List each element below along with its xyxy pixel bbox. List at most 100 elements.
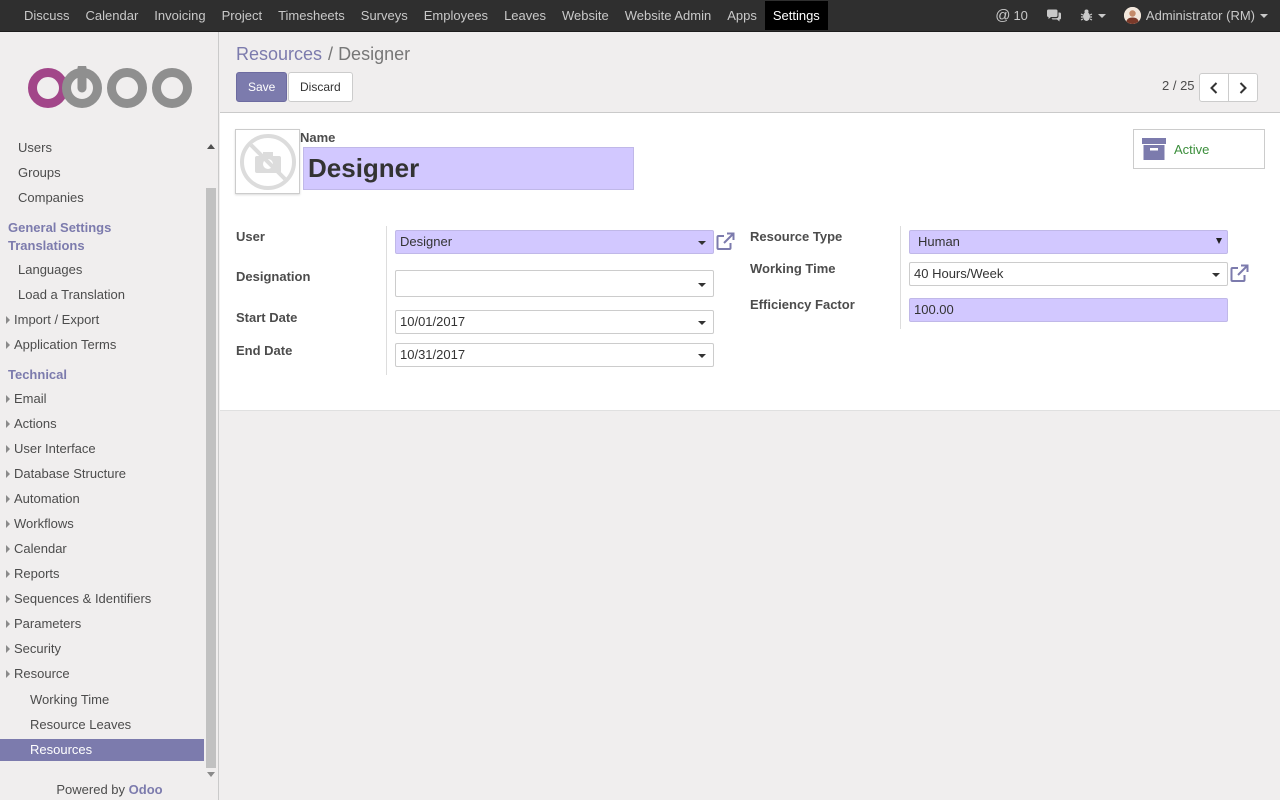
debug-menu-button[interactable]: [1071, 0, 1115, 31]
menu-project[interactable]: Project: [214, 1, 270, 30]
resource-type-value: Human: [918, 234, 960, 249]
menu-apps[interactable]: Apps: [719, 1, 765, 30]
sidebar-item-import-export[interactable]: Import / Export: [0, 309, 204, 331]
image-field[interactable]: [235, 129, 300, 194]
menu-settings[interactable]: Settings: [764, 1, 828, 30]
discard-button[interactable]: Discard: [288, 72, 353, 102]
menu-invoicing[interactable]: Invoicing: [146, 1, 213, 30]
sidebar-item-groups[interactable]: Groups: [0, 162, 204, 184]
menu-leaves[interactable]: Leaves: [496, 1, 554, 30]
menu-discuss[interactable]: Discuss: [16, 1, 78, 30]
chat-bubbles-icon: [1046, 9, 1061, 21]
sidebar-item-database-structure[interactable]: Database Structure: [0, 463, 204, 485]
sidebar-item-resource[interactable]: Resource: [0, 663, 204, 685]
chevron-down-icon: [1212, 273, 1220, 277]
sidebar-section-translations[interactable]: Translations: [8, 237, 85, 255]
menu-employees[interactable]: Employees: [416, 1, 496, 30]
chevron-left-icon: [1210, 81, 1218, 94]
sidebar-item-application-terms[interactable]: Application Terms: [0, 334, 204, 356]
breadcrumb-parent[interactable]: Resources: [236, 44, 322, 64]
menu-calendar[interactable]: Calendar: [78, 1, 147, 30]
user-label: User: [236, 229, 265, 244]
end-date-value: 10/31/2017: [400, 347, 466, 362]
powered-by: Powered by Odoo: [0, 782, 219, 797]
name-input[interactable]: Designer: [303, 147, 634, 190]
sidebar-item-calendar[interactable]: Calendar: [0, 538, 204, 560]
menu-website-admin[interactable]: Website Admin: [617, 1, 719, 30]
menu-surveys[interactable]: Surveys: [353, 1, 416, 30]
chevron-down-icon: [698, 321, 706, 325]
resource-type-label: Resource Type: [750, 229, 843, 244]
active-toggle-button[interactable]: Active: [1133, 129, 1265, 169]
at-icon: @: [995, 7, 1011, 24]
odoo-logo: [28, 66, 192, 108]
end-date-label: End Date: [236, 343, 293, 358]
sidebar-item-load-translation[interactable]: Load a Translation: [0, 284, 204, 306]
efficiency-factor-input[interactable]: 100.00: [909, 298, 1228, 322]
sidebar-item-resources[interactable]: Resources: [0, 739, 204, 761]
sidebar-item-users[interactable]: Users: [0, 137, 204, 159]
user-value: Designer: [400, 234, 453, 249]
sidebar-item-parameters[interactable]: Parameters: [0, 613, 204, 635]
user-name: Administrator (RM): [1145, 8, 1255, 23]
chevron-down-icon: [1097, 13, 1106, 18]
external-link-icon[interactable]: [1230, 264, 1249, 283]
scrollbar-thumb[interactable]: [206, 188, 216, 768]
sidebar-item-security[interactable]: Security: [0, 638, 204, 660]
resource-type-select[interactable]: Human: [909, 230, 1228, 254]
sidebar-item-reports[interactable]: Reports: [0, 563, 204, 585]
chevron-down-icon: [698, 283, 706, 287]
pager-value[interactable]: 2 / 25: [1162, 78, 1195, 93]
designation-select[interactable]: [395, 270, 714, 297]
scroll-down-icon[interactable]: [207, 772, 215, 777]
menu-website[interactable]: Website: [554, 1, 617, 30]
sidebar-scrollbar[interactable]: [204, 138, 218, 786]
sidebar-item-resource-leaves[interactable]: Resource Leaves: [0, 714, 204, 736]
active-label: Active: [1174, 142, 1210, 157]
save-button[interactable]: Save: [236, 72, 288, 102]
sidebar: Users Groups Companies General Settings …: [0, 32, 219, 800]
user-menu-button[interactable]: Administrator (RM): [1115, 0, 1280, 31]
start-date-label: Start Date: [236, 310, 298, 325]
sidebar-section-technical[interactable]: Technical: [8, 366, 67, 384]
powered-by-link[interactable]: Odoo: [129, 782, 163, 797]
sidebar-item-companies[interactable]: Companies: [0, 187, 204, 209]
no-photo-icon: [239, 133, 296, 190]
sidebar-item-working-time[interactable]: Working Time: [0, 689, 204, 711]
working-time-value: 40 Hours/Week: [914, 266, 1004, 281]
chevron-down-icon: [698, 354, 706, 358]
sidebar-item-user-interface[interactable]: User Interface: [0, 438, 204, 460]
sidebar-item-sequences[interactable]: Sequences & Identifiers: [0, 588, 204, 610]
end-date-input[interactable]: 10/31/2017: [395, 343, 714, 367]
mentions-button[interactable]: @ 10: [986, 0, 1037, 31]
sidebar-item-actions[interactable]: Actions: [0, 413, 204, 435]
designation-label: Designation: [236, 269, 311, 284]
scroll-up-icon[interactable]: [207, 144, 215, 149]
sidebar-item-automation[interactable]: Automation: [0, 488, 204, 510]
pager-previous-button[interactable]: [1199, 73, 1229, 102]
avatar: [1123, 7, 1141, 24]
working-time-select[interactable]: 40 Hours/Week: [909, 262, 1228, 286]
mention-count: 10: [1013, 8, 1028, 23]
sidebar-section-general-settings[interactable]: General Settings: [8, 219, 111, 237]
chevron-down-icon: [1216, 238, 1222, 244]
sidebar-item-workflows[interactable]: Workflows: [0, 513, 204, 535]
right-group-divider: [900, 226, 901, 329]
control-panel: Resources / Designer Save Discard 2 / 25: [220, 32, 1280, 113]
user-select[interactable]: Designer: [395, 230, 714, 254]
systray: @ 10 Administrator (RM): [986, 0, 1280, 31]
efficiency-factor-value: 100.00: [914, 302, 954, 317]
sidebar-item-email[interactable]: Email: [0, 388, 204, 410]
start-date-input[interactable]: 10/01/2017: [395, 310, 714, 334]
left-group-divider: [386, 226, 387, 375]
external-link-icon[interactable]: [716, 232, 735, 251]
top-navbar: Discuss Calendar Invoicing Project Times…: [0, 0, 1280, 32]
start-date-value: 10/01/2017: [400, 314, 466, 329]
archive-icon: [1142, 138, 1166, 160]
pager-next-button[interactable]: [1228, 73, 1258, 102]
sidebar-item-languages[interactable]: Languages: [0, 259, 204, 281]
chevron-down-icon: [1260, 13, 1268, 18]
menu-timesheets[interactable]: Timesheets: [270, 1, 353, 30]
chevron-right-icon: [1239, 81, 1247, 94]
messaging-button[interactable]: [1037, 0, 1071, 31]
